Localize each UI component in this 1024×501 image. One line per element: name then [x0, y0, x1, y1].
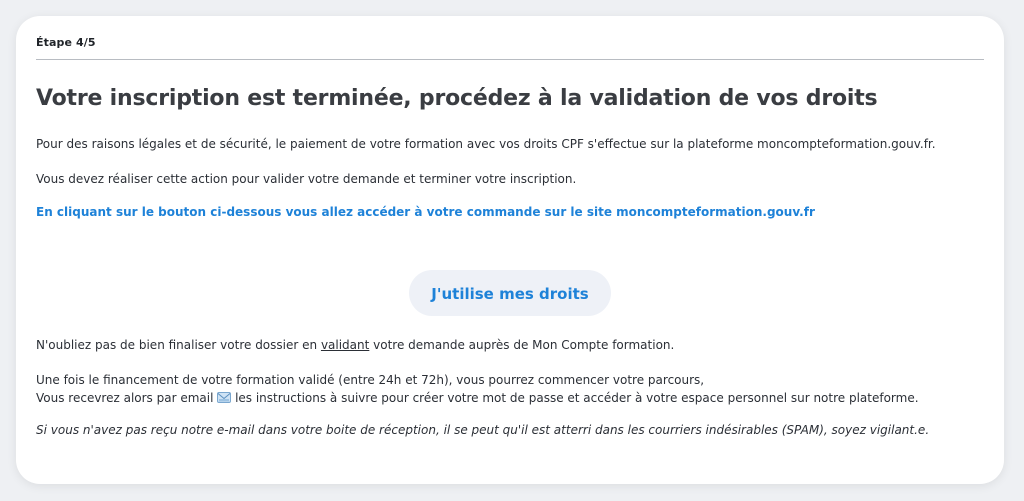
reminder-text-after: votre demande auprès de Mon Compte forma… — [369, 338, 675, 352]
financing-info-line2: Vous recevrez alors par email les instru… — [36, 389, 984, 407]
reminder-text-before: N'oubliez pas de bien finaliser votre do… — [36, 338, 321, 352]
redirect-notice: En cliquant sur le bouton ci-dessous vou… — [36, 205, 815, 219]
step-label: Étape 4/5 — [36, 36, 96, 49]
reminder-paragraph: N'oubliez pas de bien finaliser votre do… — [36, 336, 984, 354]
financing-info-line1: Une fois le financement de votre formati… — [36, 373, 705, 387]
divider — [36, 59, 984, 60]
use-rights-button[interactable]: J'utilise mes droits — [409, 270, 611, 316]
info-text-after: les instructions à suivre pour créer vot… — [231, 391, 919, 405]
page-title: Votre inscription est terminée, procédez… — [36, 86, 878, 111]
info-text-before: Vous recevrez alors par email — [36, 391, 218, 405]
step-card: Étape 4/5 Votre inscription est terminée… — [16, 16, 1004, 484]
spam-note: Si vous n'avez pas reçu notre e-mail dan… — [36, 423, 930, 437]
validating-link[interactable]: validant — [321, 338, 369, 352]
action-paragraph: Vous devez réaliser cette action pour va… — [36, 172, 577, 186]
email-envelope-icon — [217, 390, 232, 403]
legal-paragraph: Pour des raisons légales et de sécurité,… — [36, 137, 936, 151]
button-wrapper: J'utilise mes droits — [36, 270, 984, 316]
